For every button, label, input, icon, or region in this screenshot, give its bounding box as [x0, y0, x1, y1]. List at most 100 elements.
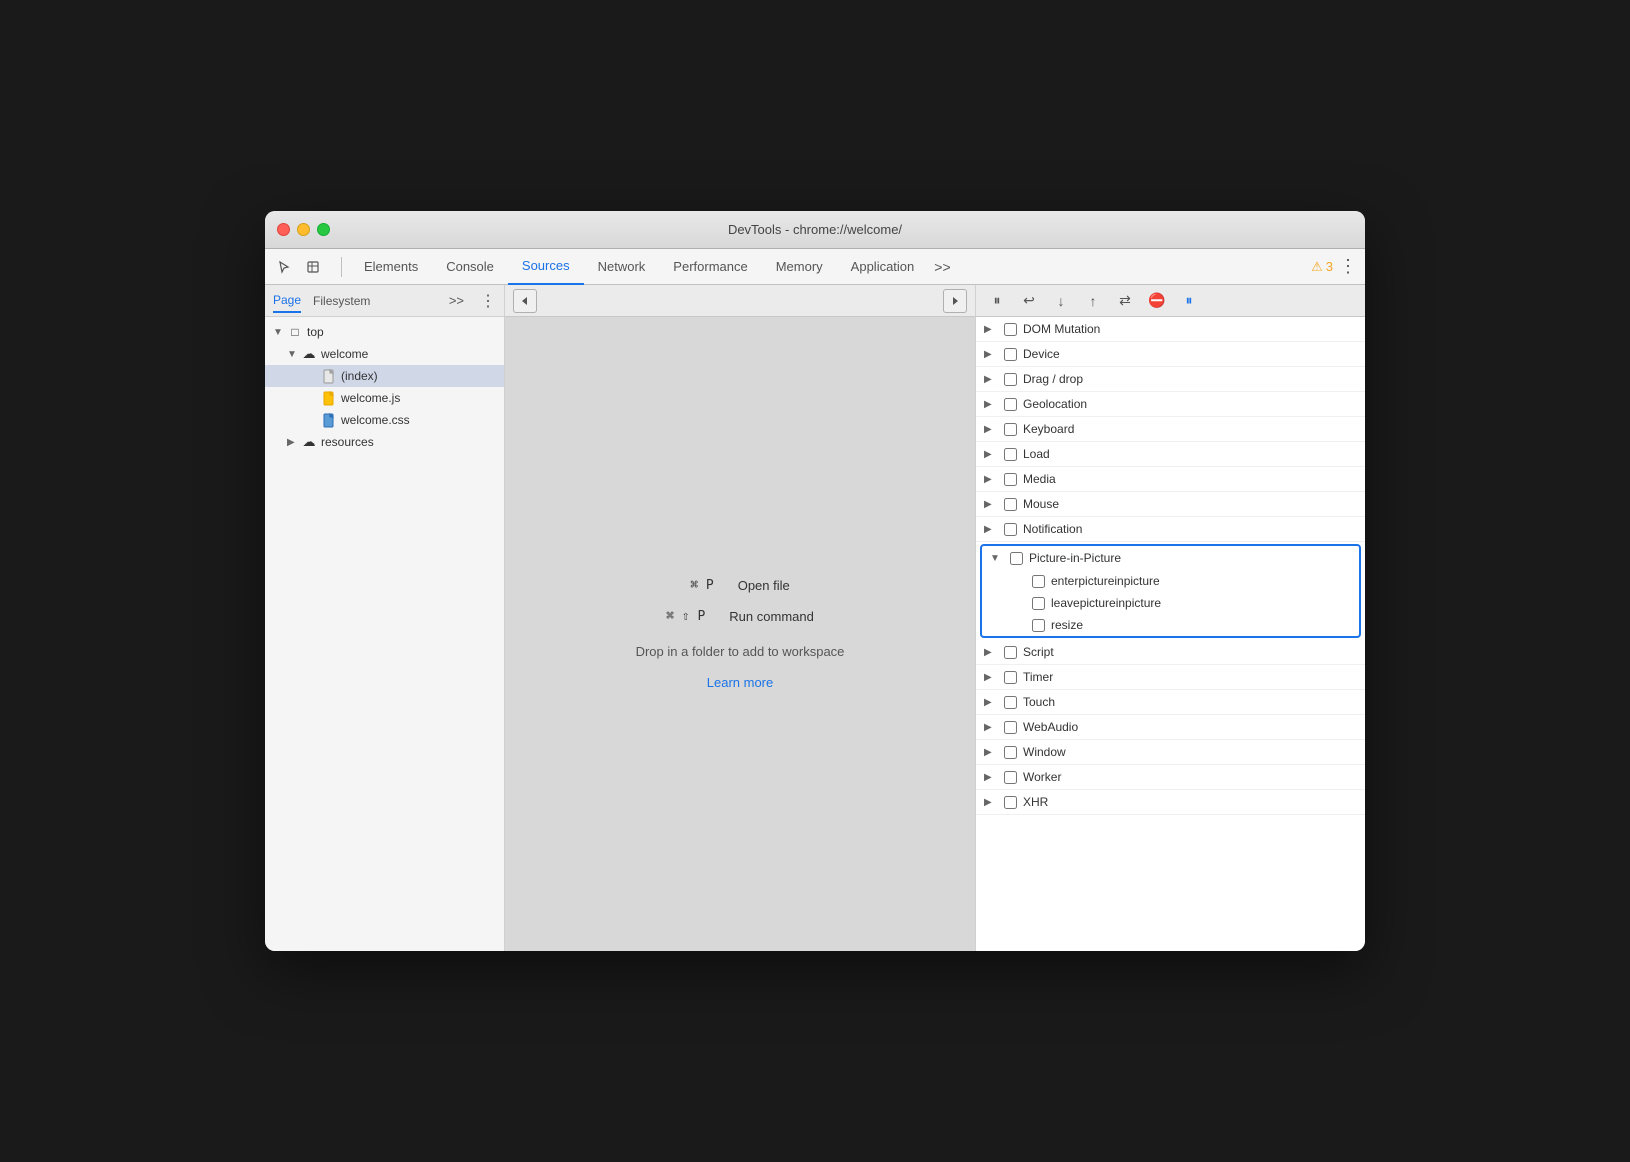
tree-item-welcomecss[interactable]: welcome.css	[265, 409, 504, 431]
left-nav-button[interactable]	[513, 289, 537, 313]
checkbox-dom-mutation[interactable]	[1004, 323, 1017, 336]
pip-child-leavepicture[interactable]: leavepictureinpicture	[982, 592, 1359, 614]
checkbox-pip[interactable]	[1010, 552, 1023, 565]
checkbox-webaudio[interactable]	[1004, 721, 1017, 734]
event-name-load: Load	[1023, 447, 1050, 461]
file-icon	[321, 368, 337, 384]
pause-on-exceptions-btn[interactable]: ⏸	[1176, 288, 1202, 314]
checkbox-device[interactable]	[1004, 348, 1017, 361]
tab-page[interactable]: Page	[273, 289, 301, 313]
checkbox-geolocation[interactable]	[1004, 398, 1017, 411]
title-bar: DevTools - chrome://welcome/	[265, 211, 1365, 249]
maximize-button[interactable]	[317, 223, 330, 236]
event-group-dom-mutation: ▶ DOM Mutation	[976, 317, 1365, 342]
event-group-header-geolocation[interactable]: ▶ Geolocation	[976, 392, 1365, 416]
checkbox-enterpictureinpicture[interactable]	[1032, 575, 1045, 588]
checkbox-touch[interactable]	[1004, 696, 1017, 709]
tree-label-index: (index)	[341, 369, 378, 383]
event-group-header-worker[interactable]: ▶ Worker	[976, 765, 1365, 789]
shortcut-key-2: ⌘ ⇧ P	[666, 609, 705, 624]
tree-item-welcome[interactable]: ▼ ☁ welcome	[265, 343, 504, 365]
tree-label-welcomejs: welcome.js	[341, 391, 400, 405]
warning-badge[interactable]: ⚠ 3	[1311, 259, 1333, 275]
tab-application[interactable]: Application	[837, 249, 929, 285]
deactivate-btn[interactable]: ⛔	[1144, 288, 1170, 314]
event-group-header-xhr[interactable]: ▶ XHR	[976, 790, 1365, 814]
checkbox-xhr[interactable]	[1004, 796, 1017, 809]
tab-network[interactable]: Network	[584, 249, 660, 285]
event-name-dom-mutation: DOM Mutation	[1023, 322, 1100, 336]
event-group-script: ▶ Script	[976, 640, 1365, 665]
event-group-header-device[interactable]: ▶ Device	[976, 342, 1365, 366]
checkbox-mouse[interactable]	[1004, 498, 1017, 511]
tree-item-welcomejs[interactable]: welcome.js	[265, 387, 504, 409]
checkbox-timer[interactable]	[1004, 671, 1017, 684]
event-label-leavepictureinpicture: leavepictureinpicture	[1051, 596, 1161, 610]
event-group-device: ▶ Device	[976, 342, 1365, 367]
checkbox-worker[interactable]	[1004, 771, 1017, 784]
event-group-webaudio: ▶ WebAudio	[976, 715, 1365, 740]
tree-item-resources[interactable]: ▶ ☁ resources	[265, 431, 504, 453]
pip-child-resize[interactable]: resize	[982, 614, 1359, 636]
event-group-header-timer[interactable]: ▶ Timer	[976, 665, 1365, 689]
tab-console[interactable]: Console	[432, 249, 508, 285]
checkbox-drag[interactable]	[1004, 373, 1017, 386]
step-btn[interactable]: ⇄	[1112, 288, 1138, 314]
tab-performance[interactable]: Performance	[659, 249, 761, 285]
event-group-header-dom-mutation[interactable]: ▶ DOM Mutation	[976, 317, 1365, 341]
event-group-pip: ▼ Picture-in-Picture enterpictureinpictu…	[980, 544, 1361, 638]
cloud-icon-resources: ☁	[301, 434, 317, 450]
checkbox-media[interactable]	[1004, 473, 1017, 486]
checkbox-load[interactable]	[1004, 448, 1017, 461]
event-group-header-touch[interactable]: ▶ Touch	[976, 690, 1365, 714]
drop-text: Drop in a folder to add to workspace	[636, 644, 845, 659]
left-panel-menu-button[interactable]: ⋮	[480, 291, 496, 311]
tree-arrow: ▼	[273, 327, 287, 338]
checkbox-leavepictureinpicture[interactable]	[1032, 597, 1045, 610]
tab-memory[interactable]: Memory	[762, 249, 837, 285]
center-content: ⌘ P Open file ⌘ ⇧ P Run command Drop in …	[505, 317, 975, 951]
checkbox-resize[interactable]	[1032, 619, 1045, 632]
tree-arrow-resources: ▶	[287, 437, 301, 448]
traffic-lights	[277, 223, 330, 236]
cursor-icon[interactable]	[273, 255, 297, 279]
event-group-header-drag[interactable]: ▶ Drag / drop	[976, 367, 1365, 391]
event-group-header-load[interactable]: ▶ Load	[976, 442, 1365, 466]
tree-label-welcome: welcome	[321, 347, 368, 361]
event-group-header-webaudio[interactable]: ▶ WebAudio	[976, 715, 1365, 739]
pip-child-enterpicture[interactable]: enterpictureinpicture	[982, 570, 1359, 592]
more-menu-button[interactable]: ⋮	[1339, 256, 1357, 277]
tree-item-index[interactable]: (index)	[265, 365, 504, 387]
event-group-header-keyboard[interactable]: ▶ Keyboard	[976, 417, 1365, 441]
right-nav-button[interactable]	[943, 289, 967, 313]
event-group-header-pip[interactable]: ▼ Picture-in-Picture	[982, 546, 1359, 570]
event-group-header-mouse[interactable]: ▶ Mouse	[976, 492, 1365, 516]
checkbox-keyboard[interactable]	[1004, 423, 1017, 436]
tree-item-top[interactable]: ▼ □ top	[265, 321, 504, 343]
inspect-icon[interactable]	[301, 255, 325, 279]
step-into-btn[interactable]: ↓	[1048, 288, 1074, 314]
tab-sources[interactable]: Sources	[508, 249, 584, 285]
left-panel-more-tabs[interactable]: >>	[449, 293, 464, 308]
checkbox-notification[interactable]	[1004, 523, 1017, 536]
event-group-header-window[interactable]: ▶ Window	[976, 740, 1365, 764]
tab-elements[interactable]: Elements	[350, 249, 432, 285]
event-group-header-notification[interactable]: ▶ Notification	[976, 517, 1365, 541]
minimize-button[interactable]	[297, 223, 310, 236]
event-group-header-media[interactable]: ▶ Media	[976, 467, 1365, 491]
event-listener-list: ▶ DOM Mutation ▶ Device ▶	[976, 317, 1365, 951]
pause-btn[interactable]: ⏸	[984, 288, 1010, 314]
checkbox-script[interactable]	[1004, 646, 1017, 659]
more-tabs-button[interactable]: >>	[928, 259, 956, 275]
tab-filesystem[interactable]: Filesystem	[313, 290, 370, 312]
learn-more-link[interactable]: Learn more	[707, 675, 773, 690]
event-name-webaudio: WebAudio	[1023, 720, 1078, 734]
shortcut-key-1: ⌘ P	[690, 578, 713, 593]
event-group-header-script[interactable]: ▶ Script	[976, 640, 1365, 664]
file-tree: ▼ □ top ▼ ☁ welcome	[265, 317, 504, 951]
close-button[interactable]	[277, 223, 290, 236]
step-out-btn[interactable]: ↑	[1080, 288, 1106, 314]
event-name-drag: Drag / drop	[1023, 372, 1083, 386]
checkbox-window[interactable]	[1004, 746, 1017, 759]
step-over-btn[interactable]: ↩	[1016, 288, 1042, 314]
